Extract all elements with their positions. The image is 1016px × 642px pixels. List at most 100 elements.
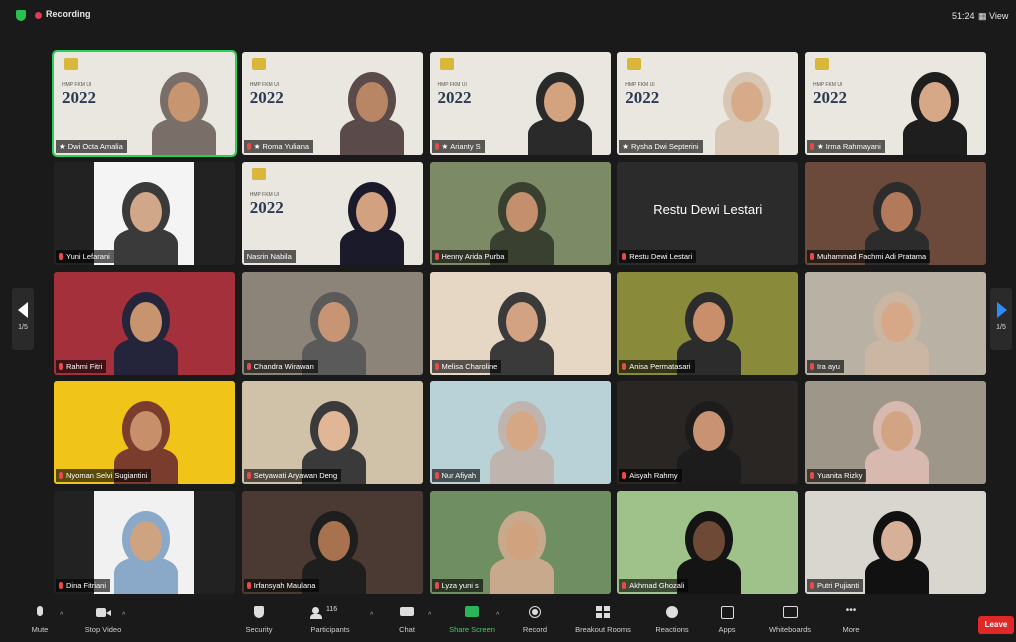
muted-mic-icon	[246, 143, 251, 150]
participant-tile[interactable]: Dina Fitriani	[54, 491, 235, 594]
participant-face	[355, 82, 388, 122]
participant-name: Akhmad Ghozali	[629, 581, 685, 590]
muted-mic-icon	[434, 582, 439, 589]
participant-name-tag: Chandra Wirawan	[243, 359, 318, 373]
muted-mic-icon	[434, 472, 439, 480]
participant-name-tag: Lyza yuni s	[431, 579, 483, 592]
prev-page-button[interactable]: 1/5	[12, 288, 34, 350]
participants-label: Participants	[310, 625, 350, 634]
participant-face	[130, 411, 162, 452]
chat-options-caret-icon[interactable]: ^	[428, 612, 431, 619]
breakout-rooms-button[interactable]: Breakout Rooms	[568, 606, 638, 634]
participant-tile[interactable]: HMP FKM UI 2022 ★ Irma Rahmayani	[805, 52, 986, 155]
poster-year: 2022	[813, 88, 847, 107]
participant-tile[interactable]: Yuanita Rizky	[805, 381, 986, 485]
participant-name: Setyawati Aryawan Deng	[253, 471, 338, 481]
participant-name: Irma Rahmayani	[825, 142, 881, 151]
grid-view-icon: ▦	[978, 11, 987, 21]
security-button[interactable]: Security	[236, 606, 282, 634]
participant-tile[interactable]: Henny Arida Purba	[429, 161, 611, 265]
apps-icon	[719, 606, 735, 620]
participant-tile[interactable]: HMP FKM UI 2022 ★ Arianty S	[429, 52, 611, 155]
participant-tile[interactable]: Rahmi Fitri	[54, 271, 235, 375]
participant-tile[interactable]: HMP FKM UI 2022 Nasrin Nabila	[241, 161, 423, 265]
participant-name-tag: ★ Rysha Dwi Septerini	[619, 140, 703, 153]
more-dots-icon: •••	[845, 605, 857, 616]
participant-name: Irfansyah Maulana	[253, 581, 316, 590]
event-logo-icon	[815, 58, 829, 70]
participant-tile[interactable]: Anisa Permatasari	[617, 271, 799, 375]
participant-tile[interactable]: Nyoman Selvi Sugiantini	[54, 381, 235, 485]
participant-tile[interactable]: Nur Afiyah	[429, 381, 611, 485]
leave-button[interactable]: Leave	[978, 616, 1014, 634]
muted-mic-icon	[810, 252, 814, 260]
apps-label: Apps	[718, 625, 736, 634]
participant-name-tag: Aisyah Rahmy	[619, 469, 682, 483]
participant-tile[interactable]: Setyawati Aryawan Deng	[241, 381, 423, 485]
participant-face	[168, 82, 200, 122]
whiteboards-button[interactable]: Whiteboards	[760, 606, 820, 634]
more-button[interactable]: ••• More	[836, 605, 866, 635]
participant-tile[interactable]: HMP FKM UI 2022 ★ Rysha Dwi Septerini	[617, 52, 799, 155]
event-logo-icon	[251, 167, 266, 180]
participant-tile[interactable]: Restu Dewi Lestari Restu Dewi Lestari	[617, 161, 799, 265]
participants-button[interactable]: 116 Participants	[300, 606, 360, 634]
participant-name: Anisa Permatasari	[629, 361, 691, 371]
poster-year: 2022	[249, 197, 284, 217]
participant-tile[interactable]: HMP FKM UI 2022 ★ Dwi Octa Amalia	[52, 50, 237, 157]
participant-name: Lyza yuni s	[441, 581, 479, 590]
share-screen-button[interactable]: Share Screen	[444, 606, 500, 634]
mute-label: Mute	[31, 625, 49, 634]
muted-mic-icon	[434, 252, 439, 260]
apps-button[interactable]: Apps	[712, 606, 742, 634]
share-options-caret-icon[interactable]: ^	[496, 612, 499, 619]
record-button[interactable]: Record	[518, 606, 552, 634]
security-shield-icon[interactable]	[16, 10, 26, 21]
participant-tile[interactable]: Chandra Wirawan	[241, 271, 423, 375]
participant-name-tag: Setyawati Aryawan Deng	[243, 469, 342, 483]
participants-icon: 116	[310, 606, 350, 620]
participant-display-name: Restu Dewi Lestari	[653, 201, 763, 217]
participant-tile[interactable]: HMP FKM UI 2022 ★ Roma Yuliana	[241, 52, 423, 155]
participant-tile[interactable]: Yuni Lefarani	[54, 161, 235, 265]
participant-tile[interactable]: Irfansyah Maulana	[241, 491, 423, 594]
participant-tile[interactable]: Muhammad Fachmi Adi Pratama	[805, 161, 986, 265]
participant-name: Restu Dewi Lestari	[629, 251, 693, 261]
participant-name-tag: Restu Dewi Lestari	[619, 249, 697, 263]
participant-tile[interactable]: Melisa Charoline	[429, 271, 611, 375]
chat-button[interactable]: Chat	[392, 606, 422, 634]
muted-mic-icon	[59, 362, 63, 370]
participant-name-tag: Ira ayu	[807, 359, 844, 373]
participant-name-tag: Irfansyah Maulana	[243, 579, 320, 592]
participant-tile[interactable]: Akhmad Ghozali	[617, 491, 799, 594]
reactions-button[interactable]: Reactions	[650, 606, 694, 634]
participant-name-tag: Yuanita Rizky	[807, 469, 867, 483]
mute-options-caret-icon[interactable]: ^	[60, 612, 63, 619]
whiteboards-label: Whiteboards	[768, 625, 812, 634]
participant-name: Rysha Dwi Septerini	[630, 142, 699, 151]
muted-mic-icon	[59, 472, 63, 480]
muted-mic-icon	[246, 472, 251, 480]
host-pin-icon: ★	[622, 142, 629, 151]
host-pin-icon: ★	[441, 142, 449, 151]
next-page-button[interactable]: 1/5	[990, 288, 1012, 350]
participant-face	[317, 521, 350, 561]
participant-tile[interactable]: Ira ayu	[805, 271, 986, 375]
video-options-caret-icon[interactable]: ^	[122, 612, 125, 619]
mute-button[interactable]: Mute	[25, 606, 55, 634]
participant-face	[505, 191, 538, 232]
participant-tile[interactable]: Lyza yuni s	[429, 491, 611, 594]
breakout-rooms-label: Breakout Rooms	[575, 625, 631, 634]
poster-year: 2022	[249, 88, 284, 107]
muted-mic-icon	[622, 472, 627, 480]
participant-tile[interactable]: Aisyah Rahmy	[617, 381, 799, 485]
participant-name-tag: ★ Roma Yuliana	[243, 140, 314, 153]
event-logo-icon	[439, 58, 454, 70]
view-button[interactable]: ▦ View	[978, 11, 1008, 22]
reactions-icon	[664, 606, 680, 620]
participant-name: Nyoman Selvi Sugiantini	[66, 471, 148, 481]
participant-name-tag: ★ Dwi Octa Amalia	[56, 140, 127, 153]
participant-tile[interactable]: Putri Pujianti	[805, 491, 986, 594]
stop-video-button[interactable]: Stop Video	[78, 606, 128, 634]
participants-options-caret-icon[interactable]: ^	[370, 612, 373, 619]
